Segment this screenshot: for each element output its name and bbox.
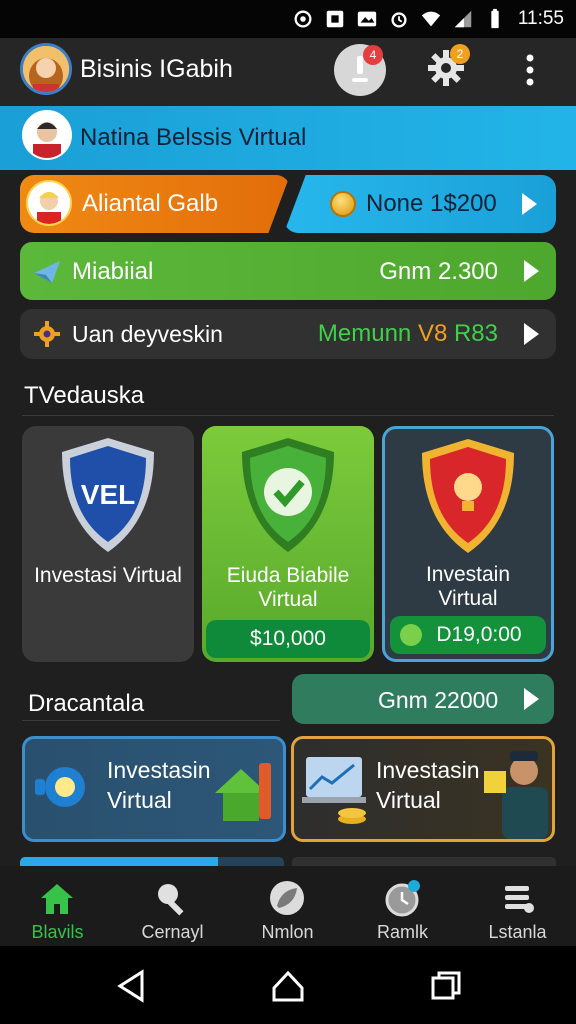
image-icon [357,11,377,27]
investment-card[interactable]: VEL Investasi Virtual [22,426,194,662]
system-navigation [0,946,576,1024]
status-bar: 11:55 [0,0,576,38]
tile-line: Investasin [107,757,211,783]
mobile-row-label: Miabiial [72,258,154,285]
app-title: Bisinis IGabih [80,55,233,83]
section-title: Dracantala [28,690,145,717]
chevron-right-icon [522,193,537,215]
nav-item-tools[interactable]: Cernayl [115,866,230,946]
section-action-label: Gnm 22000 [378,687,499,713]
investment-tile[interactable]: Investasin Virtual [22,736,286,842]
shield-icon: VEL [62,438,154,552]
sync-icon [294,10,312,28]
development-row-value: Memunn V8 R83 [318,320,498,348]
cog-icon [34,321,60,347]
banner-text: Natina Belssis Virtual [80,124,307,151]
house-icon [215,763,271,821]
battery-icon [491,8,499,29]
section-action-button[interactable]: Gnm 22000 [292,674,554,724]
signal-icon [454,10,472,28]
notification-button[interactable]: 4 [334,44,386,96]
chevron-right-icon [524,323,539,345]
card-caption: Investain [425,563,511,586]
divider [22,415,554,416]
settings-button[interactable]: 2 [424,44,470,90]
tile-line: Virtual [107,787,172,813]
list-icon [505,886,534,913]
nav-label: Nmlon [261,922,314,942]
profile-banner[interactable]: Natina Belssis Virtual [0,106,576,170]
clock-icon [385,880,420,917]
banner-avatar [22,110,72,160]
user-avatar[interactable] [20,43,72,95]
mobile-row[interactable]: Miabiial Gnm 2.300 [20,242,556,300]
nav-item-leaf[interactable]: Nmlon [230,866,345,946]
coin-icon [330,191,356,217]
bottom-navigation: Blavils Cernayl Nmlon Ramlk Lstanla [0,866,576,946]
nav-label: Cernayl [141,922,204,942]
idea-shield-icon [422,439,514,553]
check-shield-icon [242,438,334,552]
more-options-button[interactable] [516,52,544,88]
card-price-pill: D19,0:00 [390,616,546,654]
card-caption: Virtual [258,588,318,611]
card-caption: Investasi Virtual [34,564,182,587]
development-row[interactable]: Uan deyveskin Memunn V8 R83 [20,309,556,359]
profile-row-avatar [26,180,72,226]
card-caption: Virtual [438,587,498,610]
card-price: $10,000 [206,620,370,658]
webcam-icon [35,767,85,807]
nav-item-clock[interactable]: Ramlk [345,866,460,946]
divider [22,720,280,721]
balance-row-label: None 1$200 [366,190,497,217]
home-nav-icon[interactable] [270,968,306,1004]
recents-icon[interactable] [428,968,464,1004]
tile-line: Virtual [376,787,441,813]
app-bar: Bisinis IGabih 4 2 [0,38,576,106]
chevron-right-icon [524,260,539,282]
chevron-right-icon [524,688,539,710]
more-vert-icon [526,54,534,86]
mobile-row-value: Gnm 2.300 [379,258,498,285]
wifi-icon [421,11,441,27]
investment-card[interactable]: Eiuda Biabile Virtual $10,000 [202,426,374,662]
businessman-icon [484,751,548,839]
section-title: TVedauska [24,382,145,409]
settings-badge: 2 [450,44,470,64]
value-part-a: Memunn [317,320,412,347]
balance-row[interactable]: None 1$200 [284,175,556,233]
laptop-chart-icon [302,757,366,824]
tile-text: Investasin Virtual [376,755,480,815]
tile-line: Investasin [376,757,480,783]
status-time: 11:55 [517,8,564,29]
square-app-icon [326,10,344,28]
alarm-icon [391,12,407,28]
notification-badge: 4 [363,45,383,65]
nav-item-list[interactable]: Lstanla [460,866,575,946]
home-icon [41,884,73,914]
nav-label: Ramlk [376,922,428,942]
card-caption: Eiuda Biabile [226,564,350,587]
dollar-icon [400,624,422,646]
tools-icon [158,884,184,916]
nav-item-home[interactable]: Blavils [0,866,115,946]
shield-label: VEL [81,479,135,510]
value-part-c: R83 [453,320,498,347]
profile-row-label: Aliantal Galb [82,190,219,217]
nav-label: Blavils [31,922,84,942]
profile-row[interactable]: Aliantal Galb [20,175,290,233]
plane-icon [34,261,60,283]
nav-label: Lstanla [488,922,547,942]
leaf-icon [270,881,304,915]
card-price: D19,0:00 [436,623,522,646]
development-row-label: Uan deyveskin [72,321,223,347]
investment-card[interactable]: Investain Virtual D19,0:00 [382,426,554,662]
investment-tile[interactable]: Investasin Virtual [291,736,555,842]
status-icons [292,8,506,30]
tile-text: Investasin Virtual [107,755,211,815]
value-part-b: V8 [417,320,448,347]
back-icon[interactable] [114,968,150,1004]
